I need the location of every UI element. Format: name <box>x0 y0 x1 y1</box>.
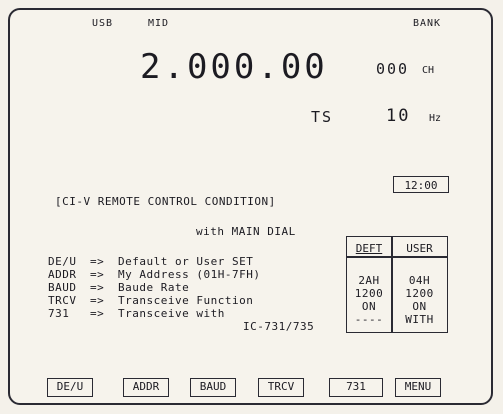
header-user: USER <box>406 242 433 255</box>
table-header-user: USER <box>392 242 447 255</box>
page-subtitle: with MAIN DIAL <box>196 225 296 238</box>
softkey-731-button[interactable]: 731 <box>329 378 383 397</box>
menu-arrow: => <box>90 281 105 294</box>
menu-arrow: => <box>90 255 105 268</box>
tuning-step-value: 10 <box>386 106 411 126</box>
header-deft: DEFT <box>355 242 383 255</box>
softkey-baud-button[interactable]: BAUD <box>190 378 236 397</box>
menu-arrow: => <box>90 307 105 320</box>
softkey-deu-button[interactable]: DE/U <box>47 378 93 397</box>
agc-indicator: MID <box>148 18 170 29</box>
menu-desc: My Address (01H-7FH) <box>118 268 261 281</box>
tuning-step-label: TS <box>311 108 334 126</box>
page-title: [CI-V REMOTE CONTROL CONDITION] <box>55 195 276 208</box>
table-cell: ---- <box>354 313 384 326</box>
table-cell: WITH <box>405 313 434 326</box>
bank-indicator: BANK <box>413 18 442 29</box>
menu-desc: Transceive Function <box>118 294 254 307</box>
menu-key: TRCV <box>48 294 77 307</box>
menu-desc-continued: IC-731/735 <box>243 320 315 333</box>
menu-desc: Default or User SET <box>118 255 254 268</box>
softkey-menu-button[interactable]: MENU <box>395 378 441 397</box>
menu-key: BAUD <box>48 281 77 294</box>
table-header-divider <box>346 256 448 258</box>
mode-indicator: USB <box>92 18 114 29</box>
menu-desc: Transceive with <box>118 307 225 320</box>
menu-key: 731 <box>48 307 70 320</box>
menu-arrow: => <box>90 294 105 307</box>
menu-desc: Baude Rate <box>118 281 190 294</box>
frequency-display: 2.000.00 <box>140 47 328 87</box>
menu-key: DE/U <box>48 255 77 268</box>
clock: 12:00 <box>404 179 438 192</box>
menu-arrow: => <box>90 268 105 281</box>
tuning-step-unit: Hz <box>429 113 442 124</box>
table-header-deft: DEFT <box>347 242 391 255</box>
menu-key: ADDR <box>48 268 77 281</box>
channel-digits: 000 <box>376 60 410 78</box>
clock-box: 12:00 <box>393 176 449 193</box>
channel-suffix: CH <box>422 65 435 76</box>
softkey-trcv-button[interactable]: TRCV <box>258 378 304 397</box>
softkey-addr-button[interactable]: ADDR <box>123 378 169 397</box>
